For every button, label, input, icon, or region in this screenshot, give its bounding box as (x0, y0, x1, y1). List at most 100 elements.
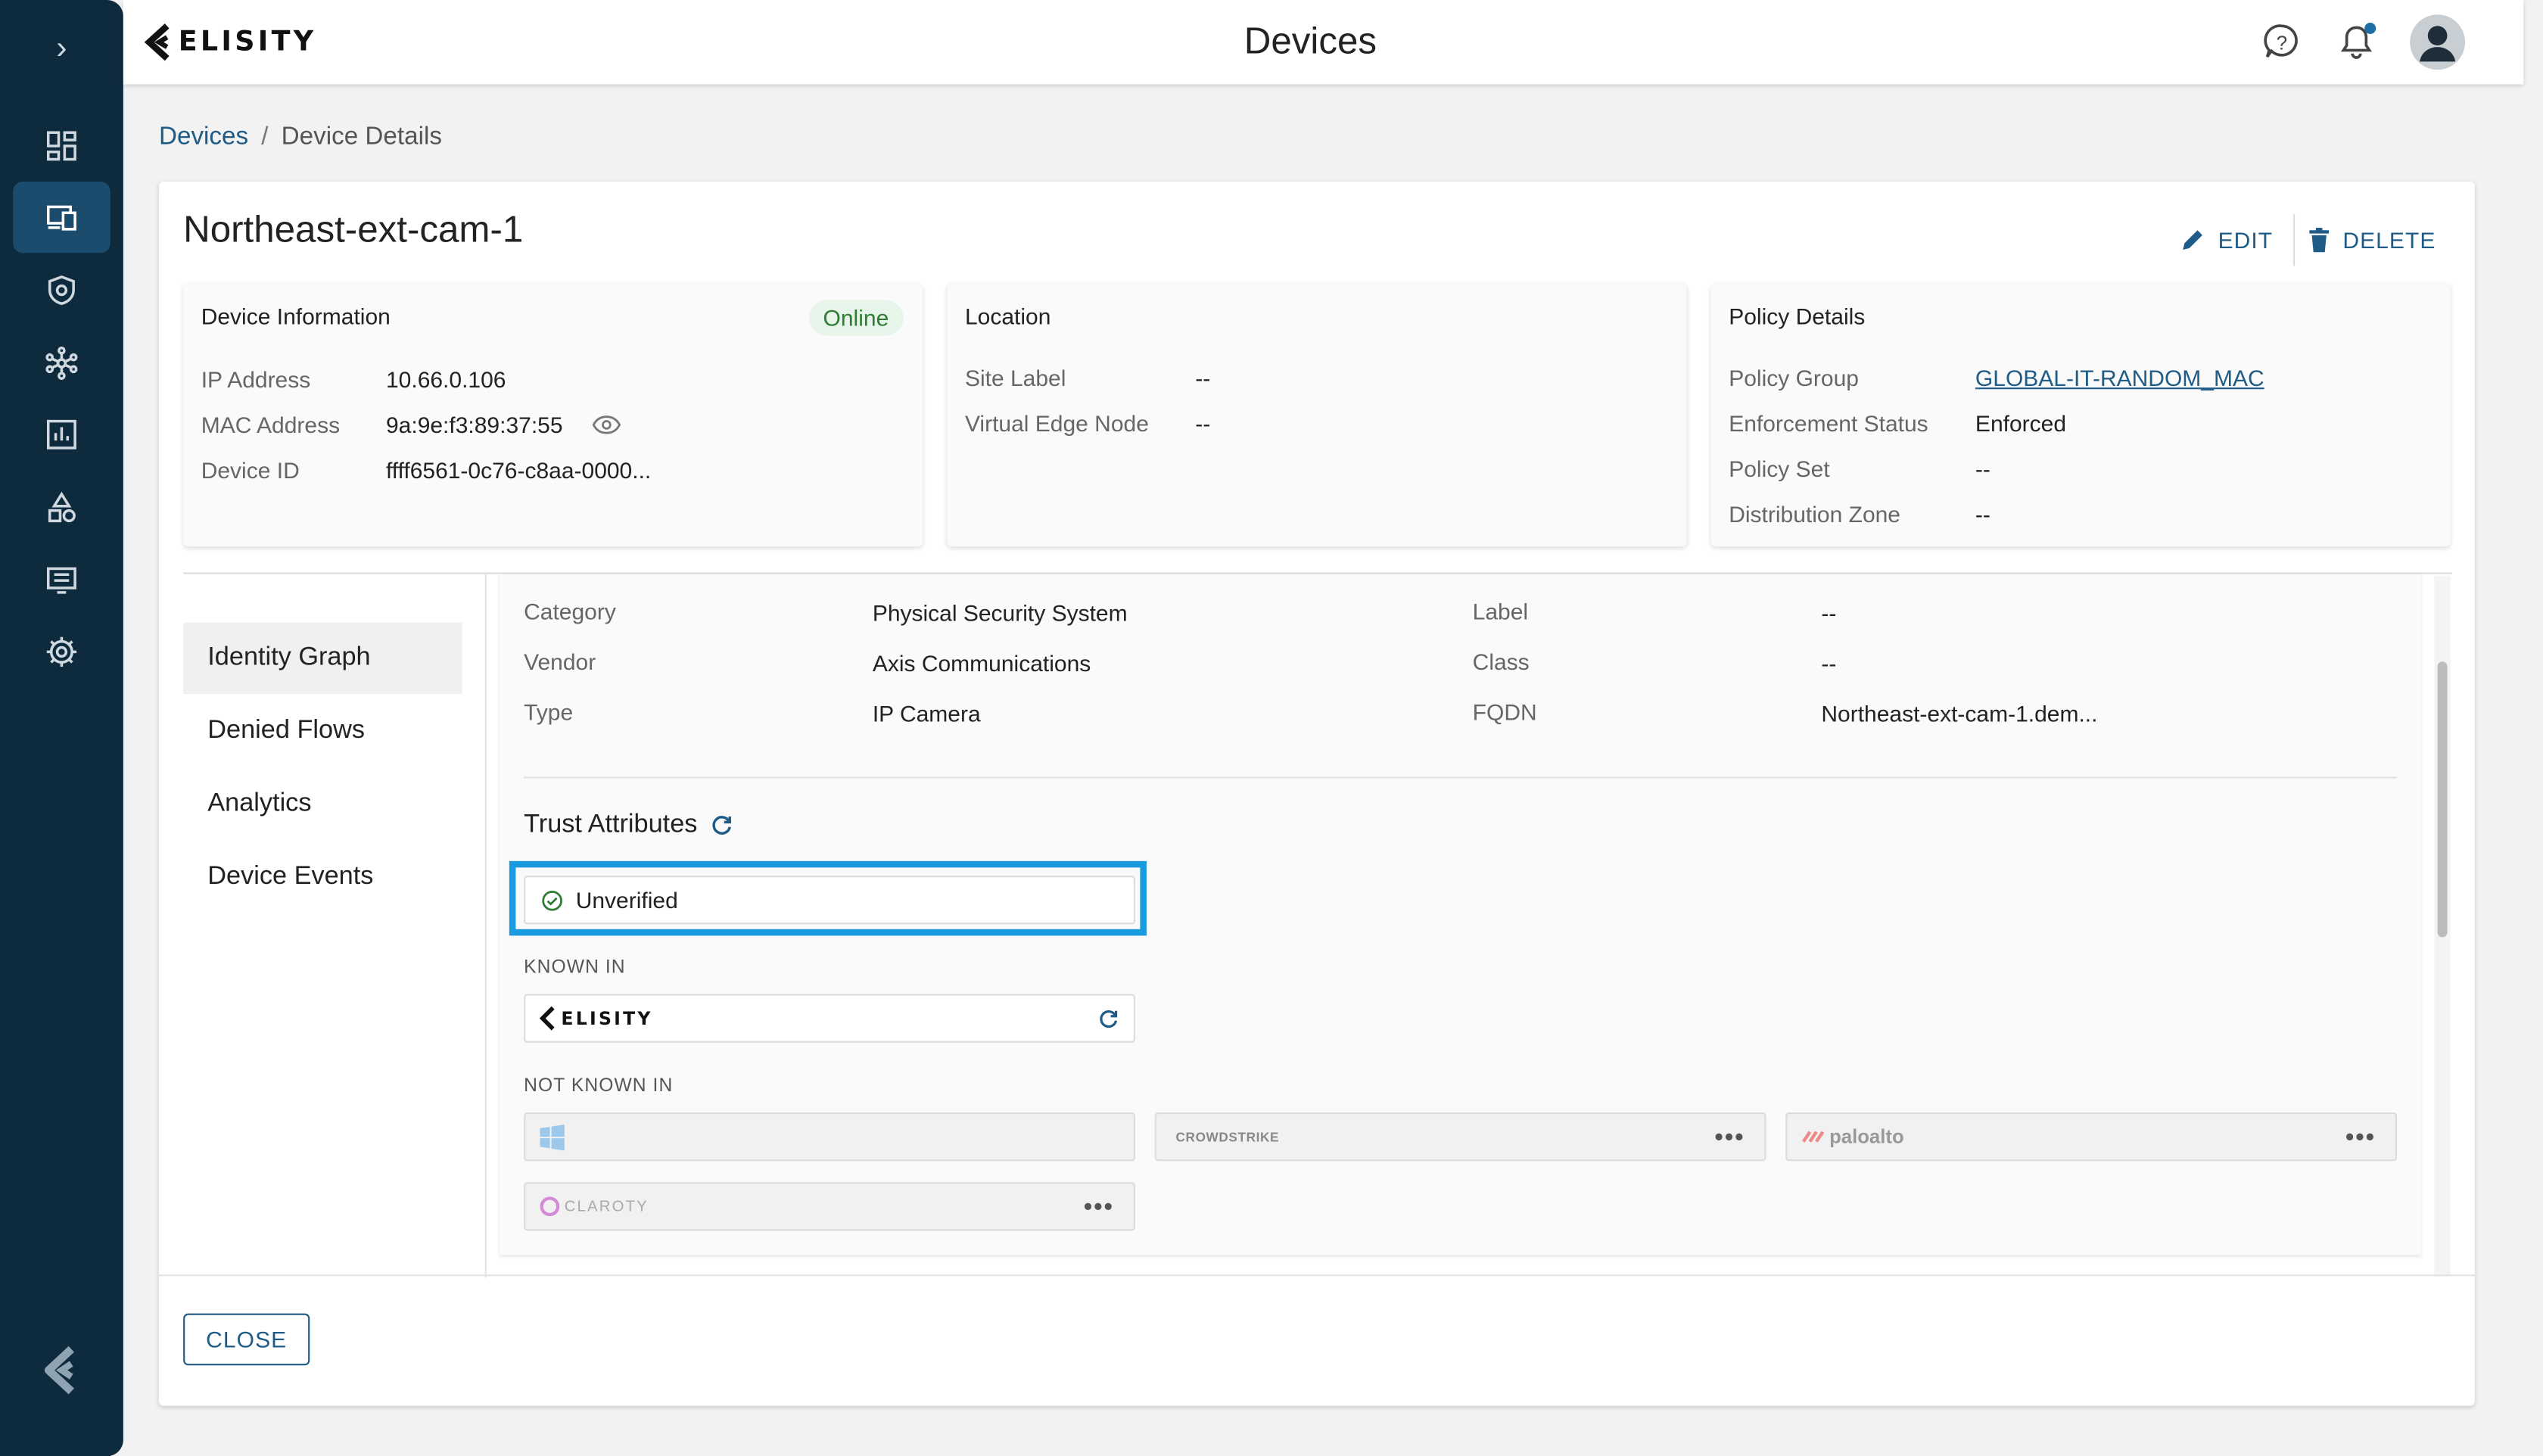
virtual-edge-node-value: -- (1195, 410, 1211, 437)
mac-address-value: 9a:9e:f3:89:37:55 (385, 412, 563, 438)
crowdstrike-more-icon[interactable]: ••• (1714, 1124, 1745, 1151)
location-panel: Location Site Label -- Virtual Edge Node… (947, 283, 1687, 547)
trust-status-text: Unverified (575, 887, 678, 913)
claroty-logo-icon (540, 1196, 560, 1217)
claroty-source[interactable]: CLAROTY ••• (524, 1182, 1135, 1231)
sidebar: › (0, 0, 123, 1456)
policy-details-panel: Policy Details Policy Group GLOBAL-IT-RA… (1710, 283, 2451, 547)
distribution-zone-value: -- (1975, 501, 1991, 527)
elisity-small-logo-icon (539, 1006, 555, 1031)
sync-icon[interactable] (1098, 1009, 1119, 1030)
notification-dot (2364, 22, 2376, 34)
policy-set-label: Policy Set (1729, 456, 1830, 482)
help-icon[interactable]: ? (2261, 21, 2303, 64)
action-divider (2292, 213, 2295, 266)
device-information-panel: Device Information Online IP Address 10.… (183, 283, 923, 547)
paloalto-logo-icon (1802, 1131, 1825, 1143)
trust-status-field[interactable]: Unverified (524, 876, 1135, 925)
vendor-value: Axis Communications (872, 650, 1091, 677)
policy-set-value: -- (1975, 456, 1991, 482)
close-button[interactable]: CLOSE (183, 1313, 310, 1366)
settings-gear-icon[interactable] (13, 616, 110, 687)
category-value: Physical Security System (872, 599, 1128, 627)
distribution-zone-label: Distribution Zone (1729, 501, 1900, 527)
policy-group-label: Policy Group (1729, 365, 1859, 391)
tab-denied-flows[interactable]: Denied Flows (183, 695, 462, 767)
delete-label: DELETE (2342, 226, 2436, 254)
vendor-label: Vendor (524, 649, 596, 675)
known-in-elisity[interactable]: ELISITY (524, 994, 1135, 1043)
policy-group-link[interactable]: GLOBAL-IT-RANDOM_MAC (1975, 365, 2264, 390)
mac-address-label: MAC Address (201, 412, 341, 438)
claroty-more-icon[interactable]: ••• (1084, 1193, 1114, 1221)
shield-icon[interactable] (13, 254, 110, 325)
virtual-edge-node-label: Virtual Edge Node (964, 410, 1149, 437)
fqdn-label: FQDN (1472, 698, 1537, 725)
avatar[interactable] (2410, 14, 2466, 70)
crowdstrike-logo: CROWDSTRIKE (1175, 1129, 1280, 1144)
policy-details-title: Policy Details (1729, 303, 1866, 329)
user-icon (2420, 26, 2456, 62)
paloalto-source[interactable]: paloalto ••• (1785, 1112, 2398, 1162)
device-id-label: Device ID (201, 457, 300, 484)
analytics-icon[interactable] (13, 399, 110, 470)
attributes-divider (524, 776, 2398, 779)
type-value: IP Camera (872, 700, 981, 726)
pencil-icon (2182, 230, 2202, 250)
breadcrumb-separator: / (261, 123, 269, 151)
dashboard-icon[interactable] (13, 110, 110, 182)
fqdn-value: Northeast-ext-cam-1.dem... (1821, 700, 2098, 726)
svg-text:?: ? (2277, 33, 2287, 54)
location-title: Location (964, 303, 1051, 329)
not-known-in-label: NOT KNOWN IN (524, 1076, 674, 1097)
identity-graph-content: Category Physical Security System Vendor… (499, 574, 2422, 1255)
site-label-label: Site Label (964, 365, 1066, 391)
detail-tabs: Identity Graph Denied Flows Analytics De… (183, 622, 462, 915)
enforcement-status-label: Enforcement Status (1729, 410, 1928, 437)
device-id-value: ffff6561-0c76-c8aa-0000... (385, 457, 652, 484)
device-name: Northeast-ext-cam-1 (183, 207, 524, 250)
expand-sidebar-icon[interactable]: › (45, 26, 78, 71)
logs-icon[interactable] (13, 545, 110, 616)
shapes-icon[interactable] (13, 472, 110, 543)
known-in-label: KNOWN IN (524, 958, 626, 978)
trash-icon (2308, 228, 2329, 253)
edit-label: EDIT (2218, 226, 2274, 254)
page-title: Devices (1243, 19, 1377, 62)
devices-icon[interactable] (13, 181, 110, 254)
windows-source[interactable] (524, 1112, 1135, 1162)
ip-address-value: 10.66.0.106 (385, 366, 506, 393)
trust-attributes-heading: Trust Attributes (524, 810, 733, 840)
tab-analytics[interactable]: Analytics (183, 769, 462, 840)
known-in-elisity-label: ELISITY (561, 1007, 653, 1029)
breadcrumb-devices-link[interactable]: Devices (159, 123, 248, 151)
visibility-toggle-icon[interactable] (592, 413, 621, 436)
top-header: ELISITY Devices ? (123, 0, 2524, 85)
delete-button[interactable]: DELETE (2307, 227, 2436, 253)
content-scroll-thumb[interactable] (2437, 661, 2448, 938)
label-value: -- (1821, 599, 1837, 627)
tab-identity-graph[interactable]: Identity Graph (183, 622, 462, 695)
windows-logo-icon (540, 1123, 565, 1150)
network-icon[interactable] (13, 328, 110, 399)
refresh-icon[interactable] (711, 814, 733, 837)
trust-attributes-title: Trust Attributes (524, 810, 698, 838)
site-label-value: -- (1195, 365, 1211, 391)
enforcement-status-value: Enforced (1975, 410, 2067, 437)
device-actions: EDIT DELETE (2179, 213, 2436, 266)
tabs-divider (484, 574, 487, 1278)
tab-device-events[interactable]: Device Events (183, 842, 462, 913)
app-root: › ELISITY Devices ? Devices / Device Det… (0, 0, 2543, 1456)
edit-button[interactable]: EDIT (2179, 227, 2273, 253)
elisity-mark-icon (44, 1346, 74, 1395)
paloalto-more-icon[interactable]: ••• (2345, 1124, 2376, 1151)
type-label: Type (524, 698, 574, 725)
label-label: Label (1472, 598, 1529, 624)
claroty-logo: CLAROTY (564, 1197, 649, 1216)
footer-divider (158, 1274, 2475, 1277)
category-label: Category (524, 598, 616, 624)
class-value: -- (1821, 650, 1837, 677)
device-information-title: Device Information (201, 303, 391, 329)
crowdstrike-source[interactable]: CROWDSTRIKE ••• (1154, 1112, 1766, 1162)
ip-address-label: IP Address (201, 366, 311, 393)
